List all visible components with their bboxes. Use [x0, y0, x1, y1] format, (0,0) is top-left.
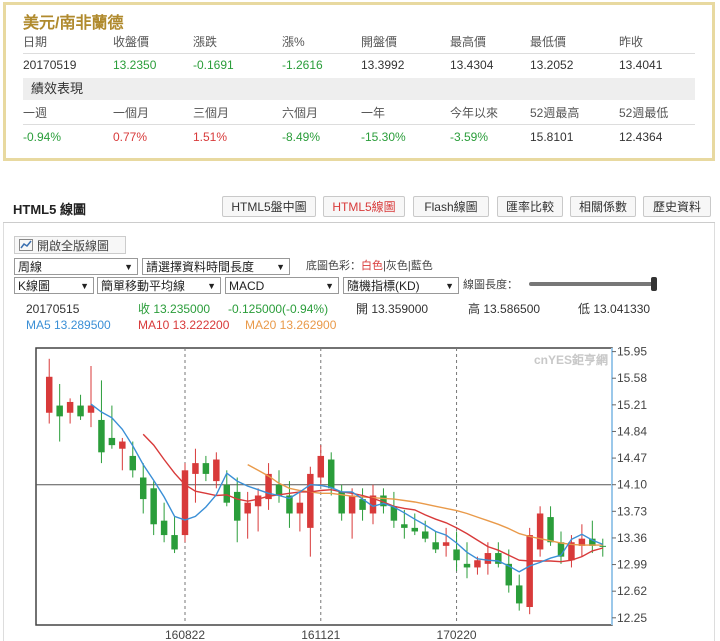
candle-body-46	[526, 535, 533, 608]
candle-body-37	[432, 542, 439, 550]
candle-body-12	[171, 535, 178, 550]
candle-body-5	[98, 419, 105, 453]
candlestick-chart[interactable]: 160822 161121 170220 15.95 15.58 15.21 14.84 14…	[0, 0, 720, 641]
x-tick-label-1: 161121	[301, 628, 340, 641]
y-tick-label-3: 14.84	[617, 424, 647, 438]
candle-body-0	[45, 376, 53, 413]
candle-body-2	[66, 401, 74, 413]
candle-body-35	[411, 527, 419, 532]
y-tick-label-1: 15.58	[617, 371, 647, 385]
candle-body-10	[150, 488, 157, 525]
y-tick-label-6: 13.73	[617, 504, 647, 518]
candle-body-18	[233, 491, 241, 521]
candle-body-34	[401, 524, 408, 528]
candle-body-29	[348, 495, 356, 514]
candle-body-8	[129, 455, 137, 471]
candle-body-19	[244, 502, 251, 514]
candle-body-17	[223, 484, 231, 503]
candle-body-39	[453, 549, 460, 561]
candle-body-16	[213, 459, 220, 482]
y-tick-label-4: 14.47	[617, 451, 647, 465]
candle-body-27	[327, 459, 335, 489]
candle-body-3	[77, 405, 84, 417]
candle-body-38	[442, 542, 450, 546]
candle-body-24	[296, 502, 304, 514]
y-tick-label-9: 12.62	[617, 584, 647, 598]
candle-body-40	[463, 563, 471, 568]
candle-body-45	[515, 585, 523, 604]
candle-body-53	[599, 545, 607, 547]
candle-body-25	[307, 473, 314, 528]
y-tick-label-0: 15.95	[617, 345, 647, 359]
candle-body-26	[317, 455, 325, 478]
watermark-logo: cnYES鉅亨網	[534, 352, 608, 367]
candle-body-13	[181, 470, 189, 536]
candle-body-1	[56, 405, 63, 417]
candle-body-7	[119, 441, 126, 449]
candle-body-15	[202, 463, 210, 474]
candle-body-20	[254, 495, 262, 507]
y-tick-label-2: 15.21	[617, 398, 647, 412]
x-tick-label-2: 170220	[437, 628, 477, 641]
y-tick-label-8: 12.99	[617, 558, 647, 572]
candle-body-42	[484, 553, 492, 564]
x-tick-label-0: 160822	[165, 628, 205, 641]
candle-body-48	[547, 517, 554, 543]
candle-body-6	[108, 437, 116, 446]
candle-body-11	[160, 520, 168, 536]
y-tick-label-5: 14.10	[617, 478, 647, 492]
candle-body-36	[421, 531, 429, 539]
candle-body-47	[536, 513, 544, 550]
candle-body-9	[139, 477, 147, 500]
candle-body-41	[474, 560, 481, 568]
y-tick-label-10: 12.25	[617, 611, 647, 625]
candle-body-14	[192, 463, 199, 474]
y-tick-label-7: 13.36	[617, 531, 647, 545]
